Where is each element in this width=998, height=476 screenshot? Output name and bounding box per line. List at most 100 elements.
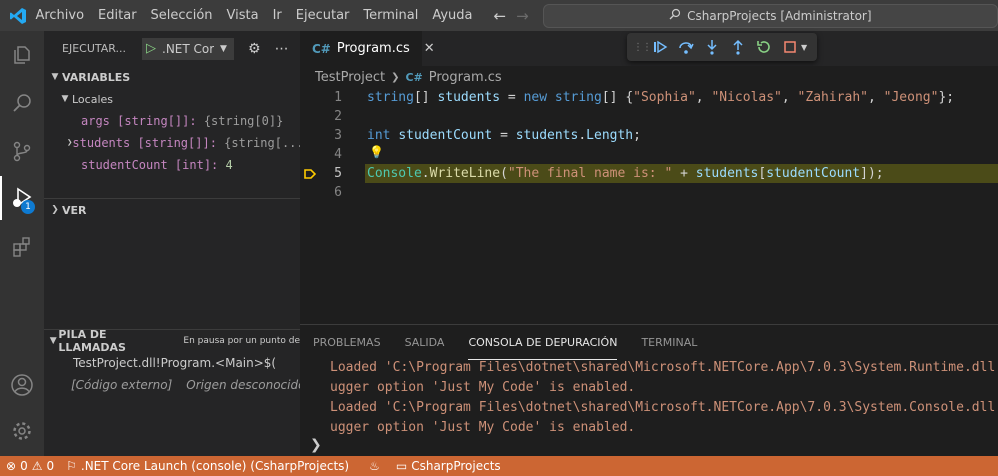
account-icon[interactable] (0, 363, 44, 407)
tab-debug-console[interactable]: CONSOLA DE DEPURACIÓN (468, 325, 618, 360)
back-arrow-icon[interactable]: ← (494, 7, 507, 25)
continue-icon[interactable] (651, 38, 669, 56)
chevron-right-icon: ❯ (51, 205, 59, 215)
status-bar: ⊗ 0 ⚠ 0 ⚐ .NET Core Launch (console) (Cs… (0, 456, 998, 476)
breadcrumb: TestProject ❯ C# Program.cs (300, 66, 998, 88)
tab-terminal[interactable]: TERMINAL (641, 325, 697, 360)
stack-frame[interactable]: TestProject.dll!Program.<Main>$( (44, 352, 300, 374)
problems-status[interactable]: ⊗ 0 ⚠ 0 (0, 459, 60, 473)
launch-label: .NET Core Launch (console) (CsharpProjec… (80, 459, 350, 473)
callstack-section-header[interactable]: ▼ PILA DE LLAMADAS En pausa por un punto… (44, 328, 300, 354)
variable-name: args [string[]]: (81, 114, 197, 128)
console-output-line: ugger option 'Just My Code' is enabled. (330, 380, 636, 395)
extensions-icon[interactable] (0, 225, 44, 269)
menu-archivo[interactable]: Archivo (35, 0, 91, 31)
folder-icon: ▭ (395, 459, 408, 473)
line-number: 6 (334, 185, 342, 200)
activity-bar: 1 (0, 31, 44, 456)
launch-status[interactable]: ⚐ .NET Core Launch (console) (CsharpProj… (60, 459, 355, 473)
chevron-right-icon: ❯ (391, 71, 400, 83)
line-number: 1 (334, 90, 342, 105)
console-prompt-icon[interactable]: ❯ (310, 437, 322, 453)
debug-icon: ⚐ (66, 459, 77, 473)
launch-config-select[interactable]: ▷ .NET Core Launch (console) ▼ (142, 37, 235, 60)
step-into-icon[interactable] (703, 38, 721, 56)
stack-frame[interactable]: [Código externo] Origen desconocido (44, 374, 300, 396)
search-icon[interactable] (0, 81, 44, 125)
start-debugging-icon[interactable]: ▷ (146, 41, 156, 56)
warning-icon: ⚠ (31, 459, 43, 473)
console-output-line: Loaded 'C:\Program Files\dotnet\shared\M… (330, 400, 998, 415)
forward-arrow-icon[interactable]: → (516, 7, 529, 25)
chevron-down-icon: ▼ (61, 94, 69, 104)
run-debug-icon[interactable]: 1 (0, 176, 44, 220)
menu-terminal[interactable]: Terminal (356, 0, 425, 31)
chevron-down-icon: ▼ (51, 72, 59, 82)
debug-toolbar: ⋮⋮ ▼ (627, 33, 817, 61)
breadcrumb-item[interactable]: TestProject (315, 70, 385, 85)
stack-frame-name: [Código externo] (71, 378, 173, 392)
menu-ejecutar[interactable]: Ejecutar (289, 0, 357, 31)
command-center[interactable]: CsharpProjects [Administrator] (542, 3, 998, 28)
menu-editar[interactable]: Editar (91, 0, 144, 31)
folder-label: CsharpProjects (411, 459, 501, 473)
drag-handle-icon[interactable]: ⋮⋮ (633, 42, 652, 53)
variable-row[interactable]: studentCount [int]: 4 (44, 154, 300, 176)
more-actions-icon[interactable]: ⋯ (275, 41, 289, 57)
menu-ayuda[interactable]: Ayuda (425, 0, 479, 31)
csharp-file-icon: C# (312, 41, 331, 56)
panel-tabs: PROBLEMAS SALIDA CONSOLA DE DEPURACIÓN T… (300, 325, 998, 360)
console-output-line: ugger option 'Just My Code' is enabled. (330, 420, 636, 435)
code-line: 1 string[] students = new string[] {"Sop… (300, 88, 998, 107)
csharp-file-icon: C# (405, 70, 423, 84)
vscode-logo-icon (0, 0, 35, 31)
variables-section-header[interactable]: ▼ VARIABLES (44, 66, 300, 88)
menu-ir[interactable]: Ir (266, 0, 289, 31)
run-debug-sidebar: EJECUTAR... ▷ .NET Core Launch (console)… (44, 31, 300, 456)
callstack-title: PILA DE LLAMADAS (58, 328, 126, 354)
chevron-down-icon: ▼ (49, 336, 57, 346)
variable-row[interactable]: args [string[]]: {string[0]} (44, 110, 300, 132)
menu-seleccion[interactable]: Selección (144, 0, 220, 31)
gear-icon[interactable]: ⚙ (248, 41, 261, 57)
breadcrumb-item[interactable]: Program.cs (429, 70, 502, 85)
locals-scope[interactable]: ▼ Locales (44, 88, 300, 110)
code-line: 2 (300, 107, 998, 126)
stop-icon[interactable] (781, 38, 799, 56)
sidebar-header: EJECUTAR... ▷ .NET Core Launch (console)… (44, 31, 300, 66)
restart-icon[interactable] (755, 38, 773, 56)
code-line-current: 5 Console.WriteLine("The final name is: … (300, 164, 998, 183)
title-bar: Archivo Editar Selección Vista Ir Ejecut… (0, 0, 998, 31)
flame-status[interactable]: ♨ (363, 459, 386, 473)
error-count: 0 (20, 459, 28, 473)
error-icon: ⊗ (6, 459, 17, 473)
tab-program-cs[interactable]: C# Program.cs ✕ (300, 31, 435, 66)
code-editor[interactable]: 💡 1 string[] students = new string[] {"S… (300, 88, 998, 324)
source-control-icon[interactable] (0, 129, 44, 173)
tab-output[interactable]: SALIDA (405, 325, 445, 360)
tab-problems[interactable]: PROBLEMAS (313, 325, 381, 360)
close-icon[interactable]: ✕ (424, 41, 435, 56)
step-over-icon[interactable] (677, 38, 695, 56)
line-number: 5 (334, 166, 342, 181)
explorer-icon[interactable] (0, 33, 44, 77)
sidebar-title: EJECUTAR... (62, 42, 127, 55)
watch-title: VER (62, 203, 87, 217)
variable-name: students [string[]]: (72, 136, 217, 150)
watch-section-header[interactable]: ❯ VER (44, 199, 300, 221)
chevron-down-icon: ▼ (220, 43, 227, 54)
line-number: 3 (334, 128, 342, 143)
menu-vista[interactable]: Vista (220, 0, 266, 31)
debug-badge: 1 (21, 200, 35, 214)
step-out-icon[interactable] (729, 38, 747, 56)
settings-gear-icon[interactable] (0, 409, 44, 453)
variable-value: {string[... (224, 136, 300, 150)
variable-value: {string[0]} (203, 114, 284, 128)
chevron-down-icon[interactable]: ▼ (801, 43, 807, 52)
line-number: 2 (334, 109, 342, 124)
navigation-arrows: ← → (494, 7, 529, 25)
folder-status[interactable]: ▭ CsharpProjects (390, 459, 507, 473)
callstack-status: En pausa por un punto de (183, 336, 300, 346)
variable-row[interactable]: ❯ students [string[]]: {string[... (44, 132, 300, 154)
variable-name: studentCount [int]: (81, 158, 219, 172)
